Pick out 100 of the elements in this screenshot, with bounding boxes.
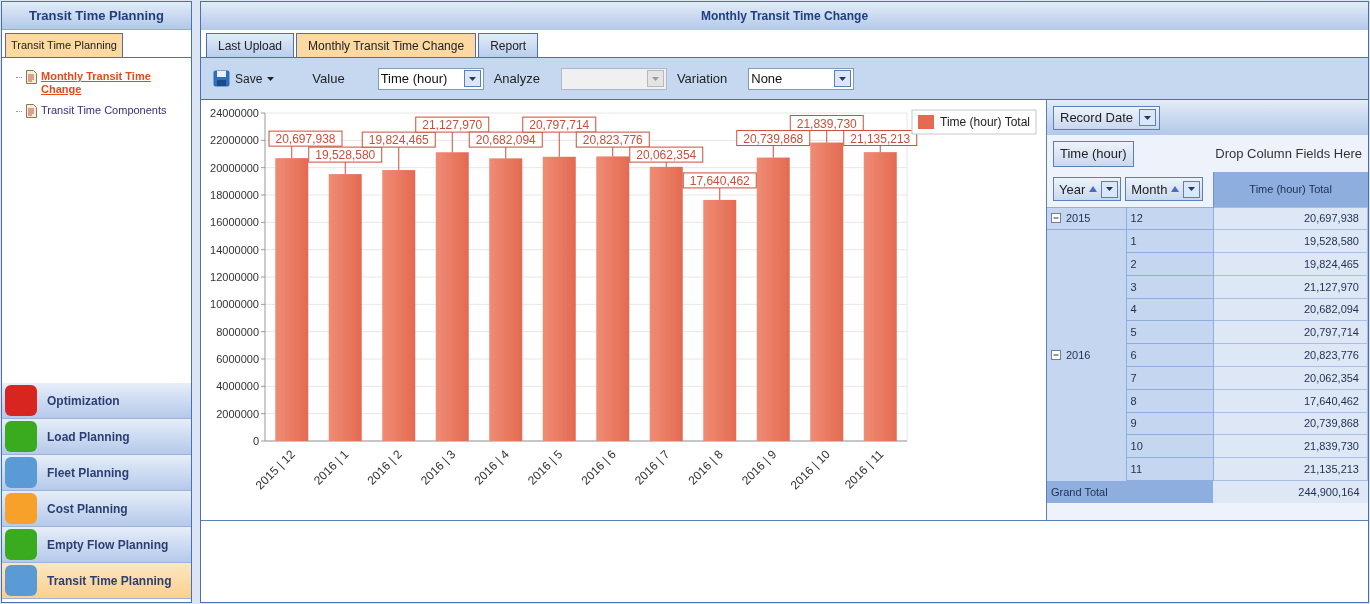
tab[interactable]: Transit Time Planning xyxy=(5,33,123,57)
dropdown-button[interactable] xyxy=(1101,180,1119,198)
caret-icon xyxy=(468,76,476,81)
data-field-button[interactable]: Time (hour) xyxy=(1053,140,1134,167)
row-header: Grand Total xyxy=(1047,480,1214,503)
data-label: 21,135,213 xyxy=(843,130,918,146)
field-label: Analyze xyxy=(493,69,540,88)
nav-item[interactable]: Empty Flow Planning xyxy=(2,527,191,563)
data-label: 20,739,868 xyxy=(736,130,811,147)
leader-line xyxy=(291,145,293,159)
table-cell: 19,528,580 xyxy=(1213,229,1368,253)
dropdown-button[interactable] xyxy=(834,70,852,87)
axis-label: 24000000 xyxy=(210,107,259,119)
data-label: 21,127,970 xyxy=(415,116,490,133)
caret-icon xyxy=(651,76,659,81)
table-cell: 20,797,714 xyxy=(1213,321,1368,344)
dropdown-field[interactable]: None xyxy=(748,67,855,90)
row-header: 8 xyxy=(1126,389,1214,413)
chart-legend: Time (hour) Total xyxy=(911,109,1037,135)
panel-header: Monthly Transit Time Change xyxy=(201,2,1368,30)
table-cell: 20,682,094 xyxy=(1213,298,1368,321)
data-label: 20,697,938 xyxy=(268,130,343,147)
axis-label: 4000000 xyxy=(216,380,259,393)
data-label: 20,823,776 xyxy=(575,131,650,148)
column-header: Time (hour) Total xyxy=(1213,172,1368,207)
row-header: 3 xyxy=(1126,275,1214,299)
caret-icon xyxy=(839,76,847,81)
table-cell: 21,135,213 xyxy=(1213,457,1368,481)
panel-header: Transit Time Planning xyxy=(2,2,191,30)
axis-label: 14000000 xyxy=(210,243,259,256)
axis-label: 2000000 xyxy=(216,407,259,420)
table-cell: 20,823,776 xyxy=(1213,343,1368,367)
leader-line xyxy=(398,146,400,171)
row-header: 6 xyxy=(1126,343,1214,367)
sort-ascending-icon xyxy=(1089,186,1098,193)
caret-icon xyxy=(1188,187,1196,192)
row-header: 2016 xyxy=(1066,348,1091,364)
tab[interactable]: Report xyxy=(478,33,539,57)
row-field-button[interactable]: Year xyxy=(1053,177,1122,202)
table-cell: 19,824,465 xyxy=(1213,252,1368,276)
row-header: 9 xyxy=(1126,412,1214,435)
caret-icon xyxy=(267,76,275,81)
leader-line xyxy=(558,131,560,158)
caret-icon xyxy=(1106,187,1114,192)
table-cell: 21,127,970 xyxy=(1213,275,1368,299)
nav-item[interactable]: Load Planning xyxy=(2,419,191,455)
nav-item[interactable]: Fleet Planning xyxy=(2,455,191,491)
row-header: 2 xyxy=(1126,252,1214,276)
data-label: 20,062,354 xyxy=(629,146,704,163)
sort-ascending-icon xyxy=(1171,186,1180,193)
axis-label: 10000000 xyxy=(210,298,259,311)
save-icon xyxy=(213,70,230,87)
dropdown-field[interactable]: Time (hour) xyxy=(377,67,484,90)
data-label: 19,824,465 xyxy=(361,131,436,148)
row-header: 10 xyxy=(1126,434,1214,458)
row-header: 1 xyxy=(1126,229,1214,253)
document-icon xyxy=(26,70,37,84)
tab[interactable]: Last Upload xyxy=(206,33,295,57)
collapse-icon[interactable] xyxy=(1051,213,1061,224)
filter-field-button[interactable]: Record Date xyxy=(1053,105,1160,130)
leader-line xyxy=(772,145,774,159)
nav-item[interactable]: Cost Planning xyxy=(2,491,191,527)
leader-line xyxy=(879,145,881,153)
save-button[interactable]: Save xyxy=(213,69,275,88)
row-header: 5 xyxy=(1126,321,1214,344)
tree-item[interactable]: Transit Time Components xyxy=(41,104,167,117)
data-label: 17,640,462 xyxy=(682,172,757,189)
drop-zone-hint: Drop Column Fields Here xyxy=(1215,144,1362,163)
leader-line xyxy=(505,146,507,159)
dropdown-button[interactable] xyxy=(1183,180,1201,198)
data-label: 19,528,580 xyxy=(308,146,383,163)
tab[interactable]: Monthly Transit Time Change xyxy=(296,33,477,57)
leader-line xyxy=(719,187,721,201)
table-cell: 20,739,868 xyxy=(1213,412,1368,435)
axis-label: 8000000 xyxy=(216,325,259,338)
axis-label: 16000000 xyxy=(210,216,259,229)
nav-item[interactable]: Optimization xyxy=(2,383,191,419)
dropdown-button[interactable] xyxy=(463,70,481,87)
field-label: Value xyxy=(312,69,345,88)
row-header: 4 xyxy=(1126,298,1214,321)
leader-line xyxy=(344,161,346,175)
row-header: 7 xyxy=(1126,366,1214,390)
tree-item[interactable]: Monthly Transit Time Change xyxy=(41,70,171,96)
collapse-icon[interactable] xyxy=(1051,350,1061,361)
row-field-button[interactable]: Month xyxy=(1125,177,1204,202)
nav-item[interactable]: Transit Time Planning xyxy=(2,563,191,599)
row-header: 2015 xyxy=(1066,211,1091,227)
axis-label: 12000000 xyxy=(210,271,259,283)
dropdown-button[interactable] xyxy=(1139,109,1156,126)
data-label: 20,682,094 xyxy=(468,131,543,148)
row-header: 11 xyxy=(1126,457,1214,481)
data-label: 21,839,730 xyxy=(789,115,864,131)
axis-label: 18000000 xyxy=(210,189,259,201)
table-cell: 21,839,730 xyxy=(1213,434,1368,458)
table-cell: 20,697,938 xyxy=(1213,207,1368,230)
data-label: 20,797,714 xyxy=(522,116,597,133)
table-cell: 20,062,354 xyxy=(1213,366,1368,390)
table-cell: 17,640,462 xyxy=(1213,389,1368,413)
table-cell: 244,900,164 xyxy=(1213,480,1368,503)
axis-label: 20000000 xyxy=(210,161,259,174)
